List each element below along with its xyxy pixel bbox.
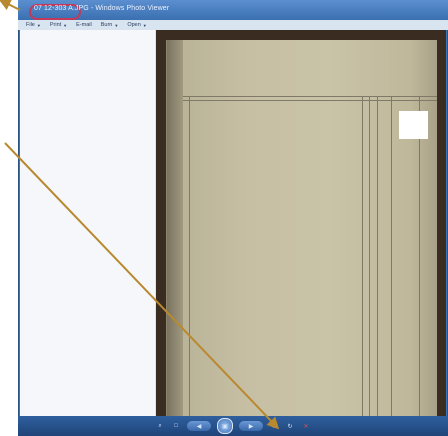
chevron-down-icon: ▼ — [63, 22, 68, 28]
ledger-rule — [377, 96, 378, 416]
chevron-down-icon: ▼ — [36, 22, 41, 28]
white-redaction-box — [399, 111, 428, 139]
title-bar: 07 12-303 A.JPG - Windows Photo Viewer — [18, 0, 448, 20]
menu-file[interactable]: File ▼ — [26, 22, 41, 28]
menu-burn[interactable]: Burn ▼ — [101, 22, 119, 28]
slideshow-icon[interactable]: ▣ — [217, 418, 233, 434]
fit-icon[interactable]: □ — [171, 421, 181, 431]
viewer-controls: ⌕ □ ◀ ▣ ▶ ↺ ↻ ✕ — [18, 416, 448, 436]
viewer-content — [20, 30, 446, 416]
menu-print[interactable]: Print ▼ — [50, 22, 67, 28]
window-title: 07 12-303 A.JPG - Windows Photo Viewer — [34, 5, 170, 12]
ledger-photo — [156, 30, 446, 416]
next-icon[interactable]: ▶ — [239, 421, 263, 431]
menu-bar: File ▼ Print ▼ E-mail Burn ▼ Open ▼ — [18, 20, 448, 30]
zoom-icon[interactable]: ⌕ — [155, 421, 165, 431]
ledger-red-rule — [369, 96, 370, 416]
rotate-left-icon[interactable]: ↺ — [269, 421, 279, 431]
menu-open[interactable]: Open ▼ — [127, 22, 146, 28]
delete-icon[interactable]: ✕ — [301, 421, 311, 431]
ledger-rule — [419, 96, 420, 416]
chevron-down-icon: ▼ — [142, 22, 147, 28]
ledger-rule — [391, 96, 392, 416]
ledger-page — [166, 40, 437, 416]
ledger-rule — [362, 96, 363, 416]
photo-viewer-window: 07 12-303 A.JPG - Windows Photo Viewer F… — [18, 0, 448, 436]
ledger-rule — [189, 96, 190, 416]
menu-email[interactable]: E-mail — [76, 22, 92, 28]
empty-viewer-area — [20, 30, 156, 416]
page-spine — [167, 40, 183, 416]
ledger-rule — [183, 96, 437, 97]
chevron-down-icon: ▼ — [114, 22, 119, 28]
previous-icon[interactable]: ◀ — [187, 421, 211, 431]
ledger-rule — [183, 100, 437, 101]
screenshot-canvas: 07 12-303 A.JPG - Windows Photo Viewer F… — [0, 0, 448, 436]
rotate-right-icon[interactable]: ↻ — [285, 421, 295, 431]
